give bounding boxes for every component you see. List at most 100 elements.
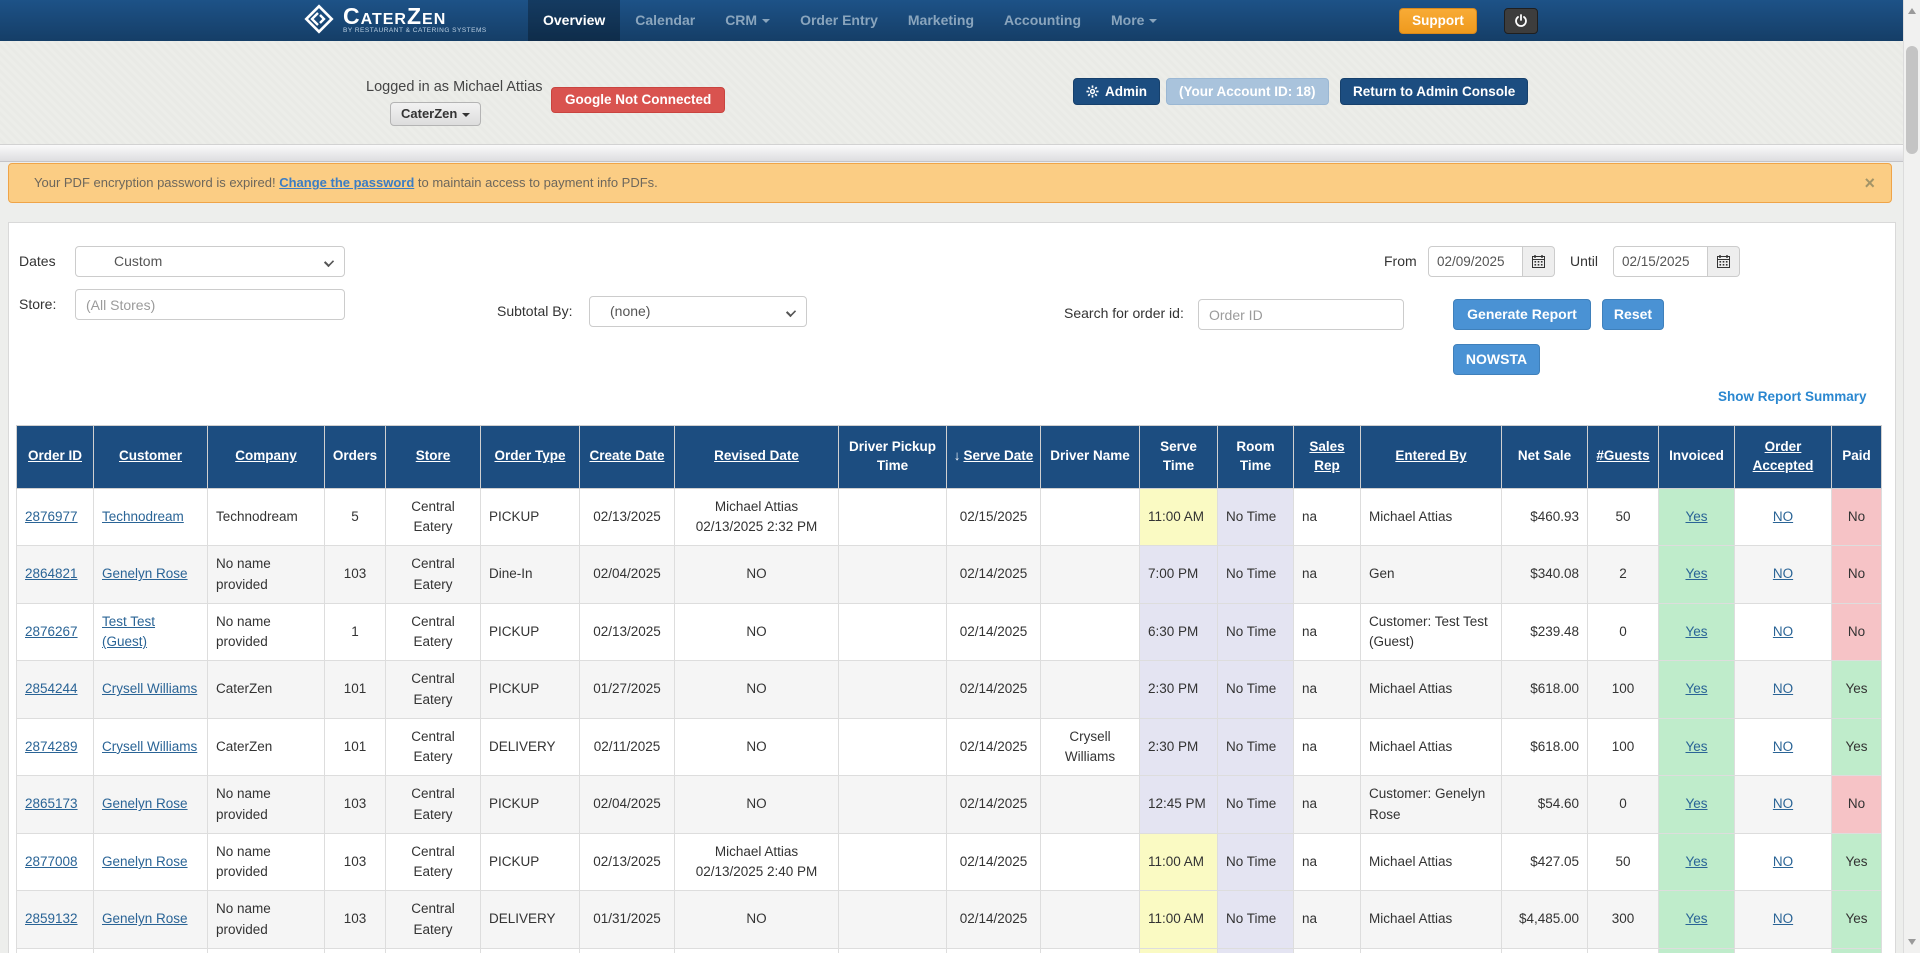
column-header-serve-time: Serve Time xyxy=(1140,426,1218,489)
logout-button[interactable] xyxy=(1504,8,1538,34)
cell-order-accepted-link[interactable]: NO xyxy=(1773,911,1793,926)
generate-report-button[interactable]: Generate Report xyxy=(1453,299,1591,330)
cell-invoiced-link[interactable]: Yes xyxy=(1685,854,1707,869)
nav-item-overview[interactable]: Overview xyxy=(528,0,620,41)
from-date-input[interactable] xyxy=(1429,247,1522,276)
cell-customer-link[interactable]: Technodream xyxy=(102,509,184,524)
cell-invoiced-link[interactable]: Yes xyxy=(1685,796,1707,811)
column-header-entered-by[interactable]: Entered By xyxy=(1361,426,1502,489)
cell-order-accepted-link[interactable]: NO xyxy=(1773,739,1793,754)
cell-invoiced-link[interactable]: Yes xyxy=(1685,681,1707,696)
column-header-store[interactable]: Store xyxy=(386,426,481,489)
cell-invoiced-link[interactable]: Yes xyxy=(1685,624,1707,639)
column-header-company[interactable]: Company xyxy=(208,426,325,489)
column-header-label: Order ID xyxy=(28,448,82,463)
cell-room-time: No Time xyxy=(1218,776,1294,834)
cell-invoiced-link[interactable]: Yes xyxy=(1685,509,1707,524)
cell-order-accepted-link[interactable]: NO xyxy=(1773,681,1793,696)
google-status-button[interactable]: Google Not Connected xyxy=(551,87,725,113)
until-date-input-wrap xyxy=(1613,246,1708,277)
cell-order-type: PICKUP xyxy=(481,661,580,719)
subtotal-select[interactable]: (none) xyxy=(589,296,807,327)
column-header-order-type[interactable]: Order Type xyxy=(481,426,580,489)
cell-order-accepted-link[interactable]: NO xyxy=(1773,796,1793,811)
from-calendar-button[interactable] xyxy=(1523,246,1555,277)
support-button[interactable]: Support xyxy=(1399,8,1477,34)
scrollbar-down-arrow-icon[interactable] xyxy=(1908,939,1916,945)
cell-order-id-link[interactable]: 2876267 xyxy=(25,624,78,639)
cell-order-accepted: NO xyxy=(1735,891,1832,949)
cell-company: No name provided xyxy=(208,776,325,834)
cell-customer-link[interactable]: Genelyn Rose xyxy=(102,566,188,581)
cell-order-id-link[interactable]: 2854244 xyxy=(25,681,78,696)
cell-driver-pickup-time xyxy=(839,661,947,719)
nav-item-accounting[interactable]: Accounting xyxy=(989,0,1096,41)
nav-item-crm[interactable]: CRM xyxy=(710,0,785,41)
account-menu-button[interactable]: CaterZen xyxy=(390,102,481,126)
cell-room-time: No Time xyxy=(1218,718,1294,776)
nav-item-calendar[interactable]: Calendar xyxy=(620,0,710,41)
cell-order-accepted-link[interactable]: NO xyxy=(1773,624,1793,639)
change-password-link[interactable]: Change the password xyxy=(279,175,414,190)
nav-item-marketing[interactable]: Marketing xyxy=(893,0,989,41)
cell-customer-link[interactable]: Genelyn Rose xyxy=(102,854,188,869)
admin-button[interactable]: Admin xyxy=(1073,78,1160,105)
chevron-down-icon xyxy=(462,113,470,117)
show-report-summary-link[interactable]: Show Report Summary xyxy=(1718,389,1867,404)
column-header-label: Order Type xyxy=(494,448,565,463)
cell-order-accepted-link[interactable]: NO xyxy=(1773,566,1793,581)
cell-order-accepted-link[interactable]: NO xyxy=(1773,854,1793,869)
cell-serve-date: 02/14/2025 xyxy=(947,891,1041,949)
until-calendar-button[interactable] xyxy=(1708,246,1740,277)
scrollbar-up-arrow-icon[interactable] xyxy=(1908,8,1916,14)
cell-customer-link[interactable]: Test Test (Guest) xyxy=(102,614,155,649)
column-header-guests[interactable]: #Guests xyxy=(1588,426,1659,489)
column-header-sales-rep[interactable]: Sales Rep xyxy=(1294,426,1361,489)
alert-text-after: to maintain access to payment info PDFs. xyxy=(414,175,658,190)
vertical-scrollbar[interactable] xyxy=(1903,0,1920,953)
cell-order-id-link[interactable]: 2874289 xyxy=(25,739,78,754)
column-header-customer[interactable]: Customer xyxy=(94,426,208,489)
cell-order-id-link[interactable]: 2876977 xyxy=(25,509,78,524)
cell-serve-time xyxy=(1140,948,1218,953)
cell-customer-link[interactable]: Crysell Williams xyxy=(102,681,197,696)
cell-order-id-link[interactable]: 2877008 xyxy=(25,854,78,869)
table-header-row: Order IDCustomerCompanyOrdersStoreOrder … xyxy=(17,426,1882,489)
cell-net-sale: $239.48 xyxy=(1502,603,1588,661)
order-id-search-input[interactable] xyxy=(1199,300,1403,329)
scrollbar-thumb[interactable] xyxy=(1906,46,1918,154)
cell-order-accepted-link[interactable]: NO xyxy=(1773,509,1793,524)
return-admin-console-button[interactable]: Return to Admin Console xyxy=(1340,78,1528,105)
column-header-label: Create Date xyxy=(589,448,664,463)
nav-item-order-entry[interactable]: Order Entry xyxy=(785,0,893,41)
nav-item-more[interactable]: More xyxy=(1096,0,1172,41)
cell-order-id-link[interactable]: 2859132 xyxy=(25,911,78,926)
cell-order-id-link[interactable]: 2864821 xyxy=(25,566,78,581)
cell-driver-name xyxy=(1041,833,1140,891)
until-date-input[interactable] xyxy=(1614,247,1707,276)
nowsta-button[interactable]: NOWSTA xyxy=(1453,344,1540,375)
column-header-order-id[interactable]: Order ID xyxy=(17,426,94,489)
cell-entered-by: Michael Attias xyxy=(1361,891,1502,949)
column-header-revised-date[interactable]: Revised Date xyxy=(675,426,839,489)
cell-customer-link[interactable]: Genelyn Rose xyxy=(102,911,188,926)
cell-customer-link[interactable]: Genelyn Rose xyxy=(102,796,188,811)
column-header-create-date[interactable]: Create Date xyxy=(580,426,675,489)
close-icon[interactable]: × xyxy=(1864,164,1875,202)
column-header-serve-date[interactable]: ↓Serve Date xyxy=(947,426,1041,489)
cell-order-id-link[interactable]: 2865173 xyxy=(25,796,78,811)
caterzen-logo[interactable]: CaterZen By RESTAURANT & CATERING SYSTEM… xyxy=(303,3,487,35)
cell-order-accepted: NO xyxy=(1735,718,1832,776)
store-input[interactable] xyxy=(76,290,344,319)
column-header-order-accepted[interactable]: Order Accepted xyxy=(1735,426,1832,489)
cell-customer-link[interactable]: Crysell Williams xyxy=(102,739,197,754)
chevron-down-icon xyxy=(324,257,334,267)
cell-invoiced-link[interactable]: Yes xyxy=(1685,566,1707,581)
cell-order-type: PICKUP xyxy=(481,488,580,546)
column-header-label: Sales Rep xyxy=(1309,439,1344,473)
reset-button[interactable]: Reset xyxy=(1602,299,1664,330)
cell-invoiced-link[interactable]: Yes xyxy=(1685,739,1707,754)
account-id-button[interactable]: (Your Account ID: 18) xyxy=(1166,78,1329,105)
cell-invoiced-link[interactable]: Yes xyxy=(1685,911,1707,926)
dates-select[interactable]: Custom xyxy=(75,246,345,277)
